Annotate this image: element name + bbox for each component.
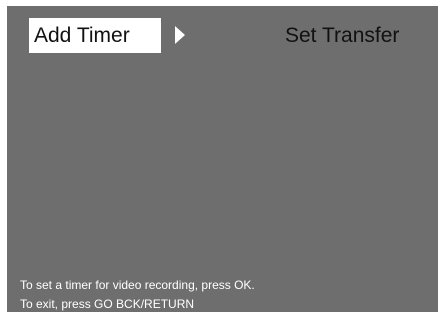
timer-menu-screen: Add Timer Set Transfer To set a timer fo… (7, 6, 438, 312)
help-line-exit: To exit, press GO BCK/RETURN (20, 297, 195, 311)
help-text: To set a timer for video recording, pres… (20, 276, 255, 314)
menu-item-add-timer[interactable]: Add Timer (29, 18, 161, 53)
menu-item-set-transfer[interactable]: Set Transfer (285, 18, 399, 53)
right-triangle-icon (175, 26, 185, 44)
help-line-ok: To set a timer for video recording, pres… (20, 278, 255, 292)
